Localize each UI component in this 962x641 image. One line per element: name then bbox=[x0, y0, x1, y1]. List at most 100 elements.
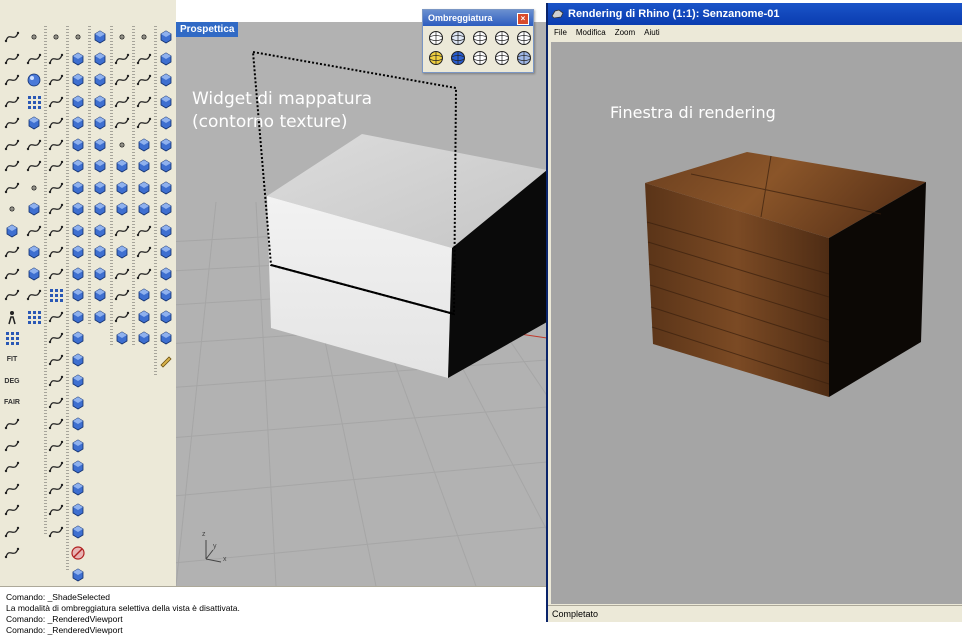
rendered-sphere-icon[interactable] bbox=[427, 49, 445, 67]
curve-tool-icon[interactable] bbox=[3, 157, 21, 175]
solid-tool-icon[interactable] bbox=[91, 50, 109, 68]
curve-tool-icon[interactable] bbox=[3, 415, 21, 433]
solid-tool-icon[interactable] bbox=[113, 329, 131, 347]
curve-tool-icon[interactable] bbox=[3, 544, 21, 562]
perspective-viewport[interactable]: Prospettica Widget di mappatura (contorn… bbox=[176, 22, 547, 586]
close-icon[interactable]: × bbox=[517, 13, 529, 25]
point-tool-icon[interactable] bbox=[25, 179, 43, 197]
curve-tool-icon[interactable] bbox=[47, 394, 65, 412]
person-tool-icon[interactable] bbox=[3, 308, 21, 326]
curve-tool-icon[interactable] bbox=[47, 351, 65, 369]
curve-tool-icon[interactable] bbox=[47, 329, 65, 347]
curve-tool-icon[interactable] bbox=[25, 222, 43, 240]
solid-tool-icon[interactable] bbox=[91, 200, 109, 218]
curve-tool-icon[interactable] bbox=[47, 243, 65, 261]
curve-tool-icon[interactable] bbox=[3, 114, 21, 132]
solid-tool-icon[interactable] bbox=[69, 329, 87, 347]
curve-tool-icon[interactable] bbox=[3, 28, 21, 46]
solid-tool-icon[interactable] bbox=[157, 265, 175, 283]
solid-tool-icon[interactable] bbox=[113, 157, 131, 175]
blue-sphere-icon[interactable] bbox=[449, 49, 467, 67]
solid-tool-icon[interactable] bbox=[69, 93, 87, 111]
solid-tool-icon[interactable] bbox=[69, 308, 87, 326]
solid-tool-icon[interactable] bbox=[69, 437, 87, 455]
curve-tool-icon[interactable] bbox=[113, 265, 131, 283]
curve-tool-icon[interactable] bbox=[47, 458, 65, 476]
array-tool-icon[interactable] bbox=[3, 329, 21, 347]
curve-tool-icon[interactable] bbox=[47, 93, 65, 111]
curve-tool-icon[interactable] bbox=[3, 50, 21, 68]
curve-tool-icon[interactable] bbox=[135, 265, 153, 283]
tool-fit-button[interactable]: FIT bbox=[3, 351, 21, 369]
solid-tool-icon[interactable] bbox=[91, 157, 109, 175]
solid-tool-icon[interactable] bbox=[113, 200, 131, 218]
solid-tool-icon[interactable] bbox=[157, 50, 175, 68]
curve-tool-icon[interactable] bbox=[47, 372, 65, 390]
solid-tool-icon[interactable] bbox=[69, 394, 87, 412]
curve-tool-icon[interactable] bbox=[3, 458, 21, 476]
curve-tool-icon[interactable] bbox=[135, 93, 153, 111]
curve-tool-icon[interactable] bbox=[113, 71, 131, 89]
solid-tool-icon[interactable] bbox=[135, 179, 153, 197]
curve-tool-icon[interactable] bbox=[3, 71, 21, 89]
flat-shade-icon[interactable] bbox=[493, 49, 511, 67]
solid-tool-icon[interactable] bbox=[157, 243, 175, 261]
curve-tool-icon[interactable] bbox=[25, 136, 43, 154]
viewport-title[interactable]: Prospettica bbox=[176, 22, 239, 37]
solid-tool-icon[interactable] bbox=[91, 136, 109, 154]
solid-tool-icon[interactable] bbox=[135, 329, 153, 347]
point-tool-icon[interactable] bbox=[69, 28, 87, 46]
solid-tool-icon[interactable] bbox=[91, 265, 109, 283]
solid-tool-icon[interactable] bbox=[25, 243, 43, 261]
solid-tool-icon[interactable] bbox=[91, 286, 109, 304]
solid-tool-icon[interactable] bbox=[91, 179, 109, 197]
curve-tool-icon[interactable] bbox=[3, 93, 21, 111]
solid-tool-icon[interactable] bbox=[135, 136, 153, 154]
render-window-titlebar[interactable]: Rendering di Rhino (1:1): Senzanome-01 bbox=[548, 3, 962, 25]
curve-tool-icon[interactable] bbox=[113, 114, 131, 132]
solid-tool-icon[interactable] bbox=[157, 28, 175, 46]
solid-tool-icon[interactable] bbox=[157, 71, 175, 89]
solid-tool-icon[interactable] bbox=[91, 71, 109, 89]
curve-tool-icon[interactable] bbox=[47, 136, 65, 154]
shaded-wire-sphere-icon[interactable] bbox=[449, 29, 467, 47]
solid-tool-icon[interactable] bbox=[135, 286, 153, 304]
solid-tool-icon[interactable] bbox=[69, 243, 87, 261]
solid-tool-icon[interactable] bbox=[113, 179, 131, 197]
multi-sphere-icon[interactable] bbox=[515, 49, 533, 67]
solid-tool-icon[interactable] bbox=[69, 265, 87, 283]
menu-file[interactable]: File bbox=[554, 25, 567, 41]
solid-tool-icon[interactable] bbox=[91, 114, 109, 132]
curve-tool-icon[interactable] bbox=[3, 179, 21, 197]
menu-aiuti[interactable]: Aiuti bbox=[644, 25, 660, 41]
xray-sphere-icon[interactable] bbox=[493, 29, 511, 47]
solid-tool-icon[interactable] bbox=[69, 179, 87, 197]
curve-tool-icon[interactable] bbox=[47, 308, 65, 326]
solid-tool-icon[interactable] bbox=[157, 157, 175, 175]
curve-tool-icon[interactable] bbox=[25, 50, 43, 68]
curve-tool-icon[interactable] bbox=[113, 286, 131, 304]
solid-tool-icon[interactable] bbox=[69, 114, 87, 132]
curve-tool-icon[interactable] bbox=[25, 286, 43, 304]
render-canvas[interactable]: Finestra di rendering bbox=[551, 42, 962, 604]
solid-tool-icon[interactable] bbox=[157, 136, 175, 154]
curve-tool-icon[interactable] bbox=[3, 437, 21, 455]
solid-tool-icon[interactable] bbox=[69, 71, 87, 89]
solid-tool-icon[interactable] bbox=[69, 415, 87, 433]
curve-tool-icon[interactable] bbox=[135, 114, 153, 132]
solid-tool-icon[interactable] bbox=[157, 329, 175, 347]
edit-tool-icon[interactable] bbox=[157, 351, 175, 369]
solid-tool-icon[interactable] bbox=[69, 480, 87, 498]
solid-tool-icon[interactable] bbox=[25, 265, 43, 283]
curve-tool-icon[interactable] bbox=[3, 243, 21, 261]
wireframe-sphere-icon[interactable] bbox=[427, 29, 445, 47]
tool-fair-button[interactable]: FAIR bbox=[3, 394, 21, 412]
curve-tool-icon[interactable] bbox=[47, 157, 65, 175]
solid-tool-icon[interactable] bbox=[69, 523, 87, 541]
curve-tool-icon[interactable] bbox=[47, 480, 65, 498]
curve-tool-icon[interactable] bbox=[113, 222, 131, 240]
curve-tool-icon[interactable] bbox=[135, 243, 153, 261]
point-tool-icon[interactable] bbox=[25, 28, 43, 46]
ghosted-sphere-icon[interactable] bbox=[471, 29, 489, 47]
sphere-tool-icon[interactable] bbox=[25, 71, 43, 89]
